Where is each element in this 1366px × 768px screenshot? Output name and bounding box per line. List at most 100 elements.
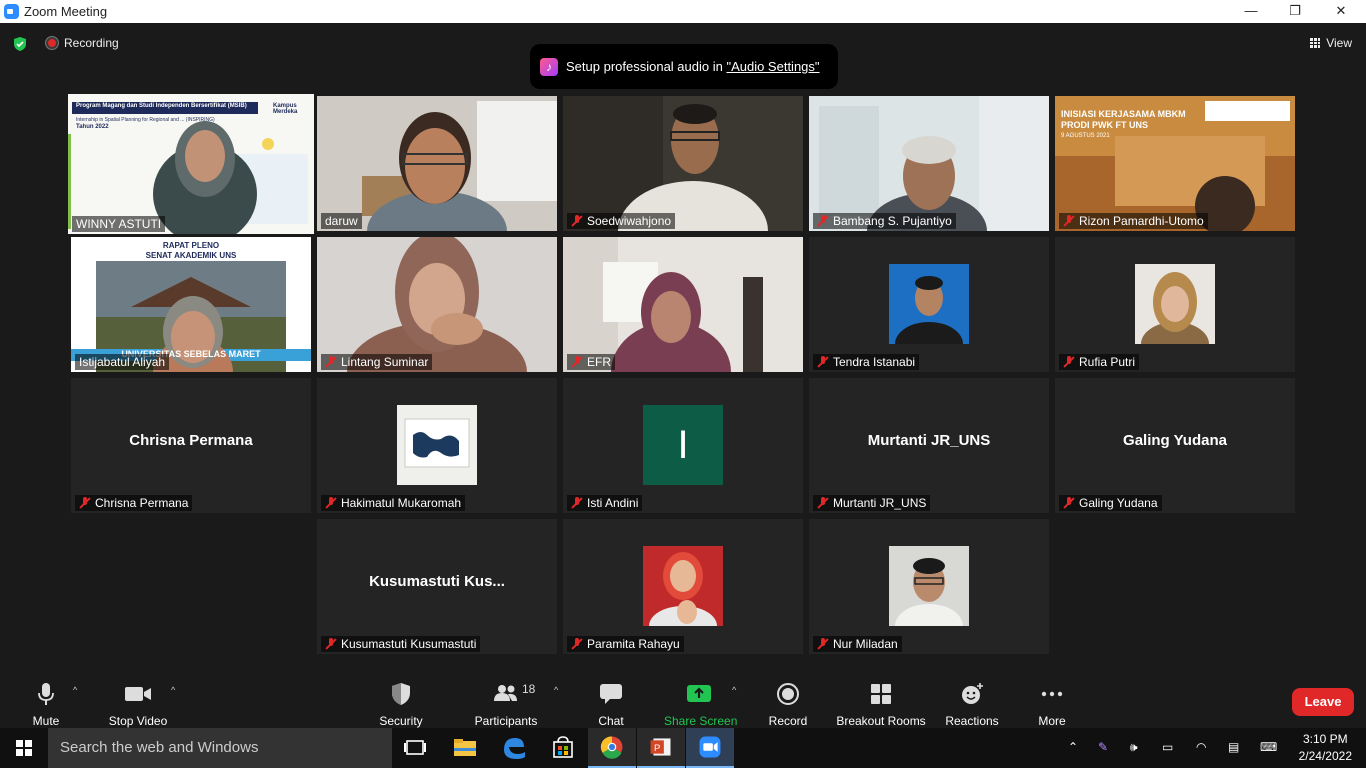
video-tile-daruw[interactable]: daruw	[317, 96, 557, 231]
video-tile-nur-miladan[interactable]: Nur Miladan	[809, 519, 1049, 654]
task-view-icon[interactable]	[392, 728, 440, 768]
breakout-rooms-icon	[871, 684, 891, 704]
edge-browser-icon[interactable]	[490, 728, 538, 768]
video-tile-efr[interactable]: EFR	[563, 237, 803, 372]
close-button[interactable]: ✕	[1318, 0, 1364, 23]
video-options-caret-icon[interactable]: ^	[171, 685, 175, 695]
taskbar-clock[interactable]: 3:10 PM 2/24/2022	[1299, 731, 1352, 765]
video-tile-isti-andini[interactable]: I Isti Andini	[563, 378, 803, 513]
audio-options-caret-icon[interactable]: ^	[73, 685, 77, 695]
muted-mic-icon	[1063, 215, 1075, 227]
video-tile-tendra[interactable]: Tendra Istanabi	[809, 237, 1049, 372]
video-tile-winny-astuti[interactable]: Program Magang dan Studi Independen Bers…	[68, 94, 314, 234]
slide-title: Program Magang dan Studi Independen Bers…	[76, 103, 247, 109]
participant-name: WINNY ASTUTI	[72, 216, 166, 232]
video-tile-hakimatul[interactable]: Hakimatul Mukaromah	[317, 378, 557, 513]
file-explorer-icon[interactable]	[441, 728, 489, 768]
keyboard-icon[interactable]: ⌨	[1260, 740, 1277, 754]
profile-photo	[889, 264, 969, 344]
participant-name: Istijabatul Aliyah	[75, 354, 170, 370]
initial-avatar: I	[643, 405, 723, 485]
battery-icon[interactable]: ▭	[1162, 740, 1173, 754]
muted-mic-icon	[571, 638, 583, 650]
muted-mic-icon	[817, 638, 829, 650]
participant-name: Murtanti JR_UNS	[813, 495, 931, 511]
store-icon[interactable]	[539, 728, 587, 768]
participant-video	[563, 237, 803, 372]
participant-display-name: Chrisna Permana	[129, 432, 253, 449]
view-label: View	[1326, 36, 1352, 50]
video-tile-soedwiwahjono[interactable]: Soedwiwahjono	[563, 96, 803, 231]
audio-settings-banner: ♪ Setup professional audio in "Audio Set…	[530, 44, 838, 89]
security-shield-icon	[392, 683, 410, 705]
security-button[interactable]: Security	[378, 681, 424, 728]
mute-button[interactable]: Mute	[28, 681, 64, 728]
video-tile-bambang[interactable]: Bambang S. Pujantiyo	[809, 96, 1049, 231]
participant-name: Paramita Rahayu	[567, 636, 684, 652]
zoom-logo-icon	[4, 4, 19, 19]
video-tile-murtanti[interactable]: Murtanti JR_UNS Murtanti JR_UNS	[809, 378, 1049, 513]
notification-icon[interactable]: ▤	[1228, 740, 1239, 754]
video-camera-icon	[125, 687, 151, 701]
minimize-button[interactable]: —	[1228, 0, 1274, 23]
participant-video	[317, 96, 557, 231]
participants-count: 18	[522, 682, 536, 696]
zoom-app-icon[interactable]	[686, 728, 734, 768]
slide-year: Tahun 2022	[76, 124, 109, 130]
participant-name: Hakimatul Mukaromah	[321, 495, 466, 511]
profile-photo	[397, 405, 477, 485]
participant-name: Lintang Suminar	[321, 354, 433, 370]
window-title: Zoom Meeting	[24, 4, 108, 19]
participant-name: Nur Miladan	[813, 636, 902, 652]
stop-video-button[interactable]: Stop Video	[106, 681, 170, 728]
share-screen-button[interactable]: Share Screen	[664, 681, 737, 728]
windows-start-icon[interactable]	[0, 728, 48, 768]
participant-name: Rizon Pamardhi-Utomo	[1059, 213, 1208, 229]
chat-bubble-icon	[600, 684, 622, 704]
video-tile-rufia[interactable]: Rufia Putri	[1055, 237, 1295, 372]
slide-subtitle: Internship in Spatial Planning for Regio…	[76, 117, 215, 123]
participants-options-caret-icon[interactable]: ^	[554, 685, 558, 695]
taskbar-search-box[interactable]: Search the web and Windows	[48, 728, 392, 768]
muted-mic-icon	[1063, 356, 1075, 368]
wifi-icon[interactable]: ◠	[1196, 740, 1206, 754]
profile-photo	[889, 546, 969, 626]
more-button[interactable]: More	[1034, 681, 1070, 728]
audio-settings-link[interactable]: "Audio Settings"	[726, 59, 819, 74]
pen-icon[interactable]: ✎	[1098, 740, 1108, 754]
view-button[interactable]: View	[1310, 36, 1352, 50]
muted-mic-icon	[571, 497, 583, 509]
record-icon	[777, 683, 799, 705]
video-tile-istijabatul[interactable]: RAPAT PLENO SENAT AKADEMIK UNS UNIVERSITA…	[71, 237, 311, 372]
encryption-shield-icon[interactable]	[12, 36, 28, 52]
meeting-toolbar: Mute ^ Stop Video ^ Security Participant…	[0, 677, 1366, 728]
participant-name: Chrisna Permana	[75, 495, 193, 511]
participant-name: Rufia Putri	[1059, 354, 1140, 370]
chat-button[interactable]: Chat	[594, 681, 628, 728]
volume-icon[interactable]: 🕪	[1130, 740, 1138, 755]
maximize-button[interactable]: ❐	[1272, 0, 1318, 23]
powerpoint-icon[interactable]: P	[637, 728, 685, 768]
video-tile-paramita[interactable]: Paramita Rahayu	[563, 519, 803, 654]
profile-photo	[1135, 264, 1215, 344]
share-options-caret-icon[interactable]: ^	[732, 685, 736, 695]
chrome-browser-icon[interactable]	[588, 728, 636, 768]
video-tile-galing[interactable]: Galing Yudana Galing Yudana	[1055, 378, 1295, 513]
video-tile-kusumastuti[interactable]: Kusumastuti Kus... Kusumastuti Kusumastu…	[317, 519, 557, 654]
leave-button[interactable]: Leave	[1292, 688, 1354, 716]
muted-mic-icon	[817, 215, 829, 227]
video-tile-rizon[interactable]: INISIASI KERJASAMA MBKM PRODI PWK FT UNS 9…	[1055, 96, 1295, 231]
meeting-stage: Recording View ♪ Setup professional audi…	[0, 23, 1366, 677]
record-button[interactable]: Record	[768, 681, 808, 728]
video-tile-lintang[interactable]: Lintang Suminar	[317, 237, 557, 372]
muted-mic-icon	[79, 497, 91, 509]
show-hidden-icons-icon[interactable]: ⌃	[1068, 740, 1078, 754]
reactions-button[interactable]: Reactions	[944, 681, 1000, 728]
participant-name: Isti Andini	[567, 495, 643, 511]
title-bar: Zoom Meeting — ❐ ✕	[0, 0, 1366, 23]
muted-mic-icon	[817, 497, 829, 509]
video-tile-chrisna[interactable]: Chrisna Permana Chrisna Permana	[71, 378, 311, 513]
breakout-rooms-button[interactable]: Breakout Rooms	[836, 681, 926, 728]
participant-display-name: Galing Yudana	[1123, 432, 1227, 449]
recording-indicator[interactable]: Recording	[46, 36, 119, 50]
